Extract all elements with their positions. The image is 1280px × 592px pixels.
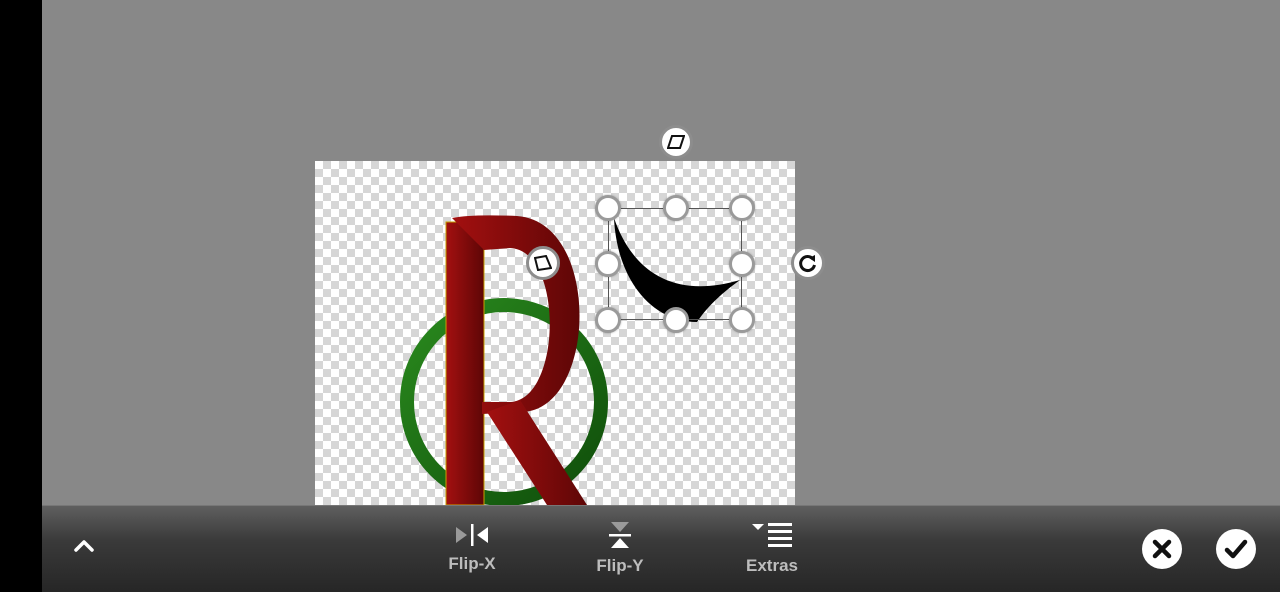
bottom-toolbar: Flip-X Flip-Y Extras (42, 505, 1280, 592)
handle-bottom-left[interactable] (595, 307, 621, 333)
cancel-button[interactable] (1142, 529, 1182, 569)
check-icon (1224, 539, 1248, 559)
distort-handle[interactable] (526, 246, 560, 280)
extras-button[interactable]: Extras (737, 522, 807, 576)
rotate-icon (799, 255, 816, 272)
letter-r-leg (487, 400, 587, 505)
skew-icon (667, 135, 685, 149)
flip-vertical-icon (609, 522, 631, 548)
left-edge-bar (0, 0, 42, 591)
collapse-button[interactable] (70, 536, 98, 554)
flip-x-button[interactable]: Flip-X (442, 522, 502, 574)
letter-r-stem (445, 221, 485, 505)
extras-label: Extras (746, 556, 798, 575)
selection-box (608, 208, 742, 320)
chevron-up-icon (74, 540, 94, 552)
skew-handle[interactable] (659, 125, 693, 159)
flip-horizontal-icon (456, 524, 488, 546)
handle-bottom-center[interactable] (663, 307, 689, 333)
close-icon (1152, 539, 1172, 559)
handle-top-right[interactable] (729, 195, 755, 221)
confirm-button[interactable] (1216, 529, 1256, 569)
flip-y-label: Flip-Y (596, 556, 644, 575)
list-menu-icon (752, 523, 792, 547)
handle-middle-left[interactable] (595, 251, 621, 277)
handle-bottom-right[interactable] (729, 307, 755, 333)
rotate-handle[interactable] (791, 246, 825, 280)
handle-middle-right[interactable] (729, 251, 755, 277)
flip-x-label: Flip-X (448, 554, 496, 573)
handle-top-center[interactable] (663, 195, 689, 221)
flip-y-button[interactable]: Flip-Y (590, 520, 650, 576)
handle-top-left[interactable] (595, 195, 621, 221)
editor-workspace[interactable] (42, 0, 1280, 505)
distort-icon (534, 255, 552, 271)
